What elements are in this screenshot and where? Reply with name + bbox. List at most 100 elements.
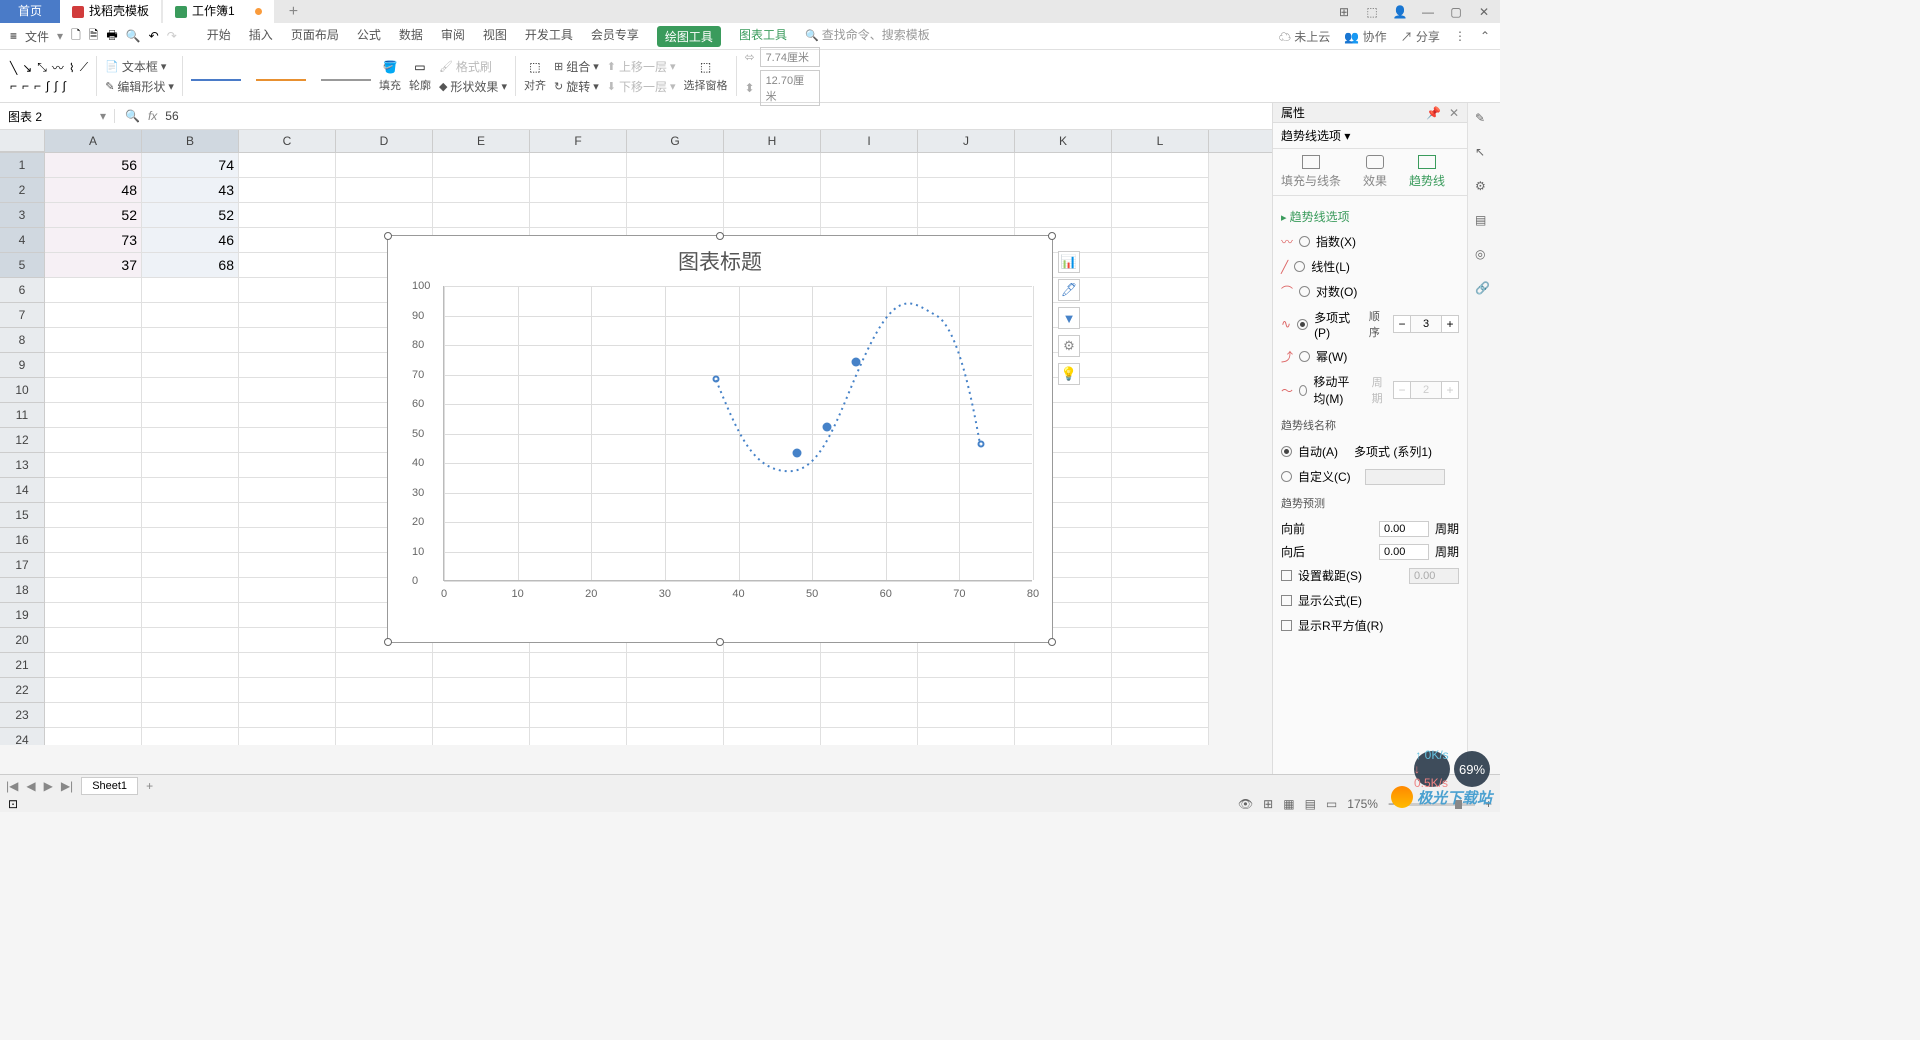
col-header[interactable]: F bbox=[530, 130, 627, 152]
backward-input[interactable] bbox=[1379, 544, 1429, 560]
cell[interactable]: 52 bbox=[142, 203, 239, 228]
cell[interactable] bbox=[239, 478, 336, 503]
cell[interactable] bbox=[918, 728, 1015, 745]
new-tab-button[interactable]: + bbox=[289, 3, 298, 21]
close-panel-icon[interactable]: ✕ bbox=[1449, 106, 1459, 120]
row-header[interactable]: 13 bbox=[0, 453, 45, 478]
cell[interactable] bbox=[1112, 203, 1209, 228]
col-header[interactable]: H bbox=[724, 130, 821, 152]
menu-chart-tools[interactable]: 图表工具 bbox=[739, 26, 787, 47]
row-header[interactable]: 12 bbox=[0, 428, 45, 453]
cell[interactable] bbox=[918, 178, 1015, 203]
cell[interactable] bbox=[1112, 403, 1209, 428]
cell[interactable] bbox=[142, 728, 239, 745]
cell[interactable] bbox=[433, 678, 530, 703]
cell[interactable] bbox=[45, 678, 142, 703]
cell[interactable] bbox=[45, 653, 142, 678]
cell[interactable] bbox=[433, 703, 530, 728]
cell[interactable] bbox=[724, 203, 821, 228]
cell[interactable] bbox=[918, 203, 1015, 228]
normal-view-icon[interactable]: ▦ bbox=[1283, 797, 1294, 811]
cell[interactable] bbox=[336, 178, 433, 203]
cell[interactable] bbox=[1015, 653, 1112, 678]
cell[interactable] bbox=[142, 628, 239, 653]
panel-section-dropdown[interactable]: 趋势线选项 ▾ bbox=[1273, 123, 1467, 149]
cell[interactable] bbox=[918, 653, 1015, 678]
cell[interactable] bbox=[45, 703, 142, 728]
selection-pane-button[interactable]: ⬚ bbox=[700, 60, 711, 74]
connector-icon[interactable]: ∫ bbox=[46, 79, 49, 93]
cell[interactable] bbox=[1112, 478, 1209, 503]
cell[interactable] bbox=[1015, 203, 1112, 228]
row-header[interactable]: 11 bbox=[0, 403, 45, 428]
reading-view-icon[interactable]: ▭ bbox=[1326, 797, 1337, 811]
row-header[interactable]: 20 bbox=[0, 628, 45, 653]
textbox-button[interactable]: 📄 文本框 ▾ bbox=[105, 58, 174, 75]
pin-icon[interactable]: 📌 bbox=[1426, 106, 1441, 120]
fill-button[interactable]: 🪣 bbox=[382, 60, 397, 74]
option-exponential[interactable]: 〰指数(X) bbox=[1281, 229, 1459, 254]
cell[interactable] bbox=[142, 428, 239, 453]
cell[interactable]: 52 bbox=[45, 203, 142, 228]
link-icon[interactable]: 🔗 bbox=[1475, 281, 1493, 299]
cell[interactable] bbox=[1112, 428, 1209, 453]
record-icon[interactable]: ⊡ bbox=[8, 797, 18, 811]
cell[interactable] bbox=[336, 203, 433, 228]
option-show-r2[interactable]: 显示R平方值(R) bbox=[1281, 613, 1459, 638]
cell[interactable] bbox=[45, 728, 142, 745]
cell[interactable] bbox=[724, 153, 821, 178]
line-tool-icon[interactable]: ╲ bbox=[10, 61, 17, 75]
more-icon[interactable]: ⋮ bbox=[1454, 29, 1466, 43]
group-button[interactable]: ⊞ 组合 ▾ bbox=[554, 58, 599, 75]
cell[interactable] bbox=[1112, 703, 1209, 728]
sheet-last-icon[interactable]: ▶| bbox=[61, 779, 73, 793]
settings-icon[interactable]: ⚙ bbox=[1475, 179, 1493, 197]
cell[interactable] bbox=[45, 428, 142, 453]
connector-icon[interactable]: ⌐ bbox=[22, 79, 29, 93]
custom-name-input[interactable] bbox=[1365, 469, 1445, 485]
cell[interactable] bbox=[433, 728, 530, 745]
row-header[interactable]: 22 bbox=[0, 678, 45, 703]
menu-formula[interactable]: 公式 bbox=[357, 26, 381, 47]
cell[interactable]: 43 bbox=[142, 178, 239, 203]
col-header[interactable]: A bbox=[45, 130, 142, 152]
cell[interactable] bbox=[1112, 178, 1209, 203]
order-decrease[interactable]: − bbox=[1393, 315, 1411, 333]
cell[interactable] bbox=[627, 653, 724, 678]
chart-elements-icon[interactable]: 📊 bbox=[1058, 251, 1080, 273]
cell[interactable] bbox=[1112, 253, 1209, 278]
cell[interactable] bbox=[239, 678, 336, 703]
col-header[interactable]: J bbox=[918, 130, 1015, 152]
cell[interactable] bbox=[45, 453, 142, 478]
cell[interactable] bbox=[142, 553, 239, 578]
option-logarithmic[interactable]: ⌒对数(O) bbox=[1281, 279, 1459, 304]
cell[interactable] bbox=[239, 653, 336, 678]
cell[interactable] bbox=[821, 678, 918, 703]
menu-review[interactable]: 审阅 bbox=[441, 26, 465, 47]
undo-icon[interactable]: ↶ bbox=[149, 29, 159, 43]
cell[interactable] bbox=[239, 503, 336, 528]
cell[interactable] bbox=[45, 403, 142, 428]
rotate-button[interactable]: ↻ 旋转 ▾ bbox=[554, 78, 599, 95]
cell[interactable] bbox=[239, 453, 336, 478]
row-header[interactable]: 8 bbox=[0, 328, 45, 353]
row-header[interactable]: 18 bbox=[0, 578, 45, 603]
cell[interactable] bbox=[1015, 703, 1112, 728]
grid-view-icon[interactable]: ⊞ bbox=[1263, 797, 1273, 811]
cell[interactable] bbox=[530, 703, 627, 728]
cell[interactable] bbox=[45, 303, 142, 328]
file-menu[interactable]: 文件 bbox=[25, 28, 49, 45]
cell[interactable] bbox=[530, 203, 627, 228]
menu-layout[interactable]: 页面布局 bbox=[291, 26, 339, 47]
cell[interactable]: 56 bbox=[45, 153, 142, 178]
row-header[interactable]: 23 bbox=[0, 703, 45, 728]
coop-button[interactable]: 👥 协作 bbox=[1344, 28, 1386, 45]
cell[interactable] bbox=[530, 678, 627, 703]
cell[interactable] bbox=[142, 678, 239, 703]
cell[interactable] bbox=[821, 203, 918, 228]
chart-title[interactable]: 图表标题 bbox=[388, 236, 1052, 286]
name-box[interactable]: ▾ bbox=[0, 109, 115, 123]
option-show-equation[interactable]: 显示公式(E) bbox=[1281, 588, 1459, 613]
cell[interactable] bbox=[1112, 503, 1209, 528]
row-header[interactable]: 24 bbox=[0, 728, 45, 745]
